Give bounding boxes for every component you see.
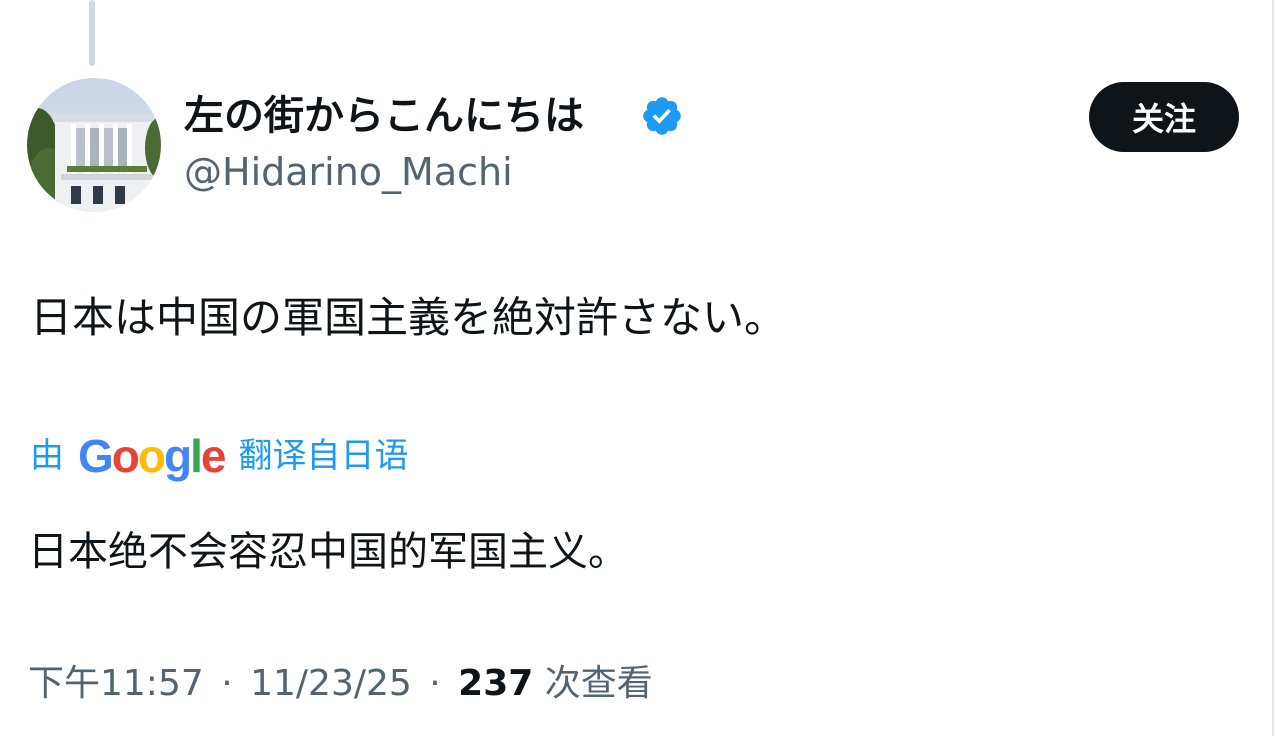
verified-badge-icon [643,97,681,135]
meta-separator: · [429,663,441,704]
follow-button[interactable]: 关注 [1089,82,1239,152]
tweet-time[interactable]: 下午11:57 [28,663,204,704]
translated-text: 日本绝不会容忍中国的军国主义。 [28,529,628,575]
avatar-image [27,78,161,212]
meta-separator: · [221,663,233,704]
translation-attribution[interactable]: 由 Google 翻译自日语 [30,428,408,484]
views-count: 237 [458,663,534,704]
translation-prefix: 由 [30,436,64,476]
tweet-text: 日本は中国の軍国主義を絶対許さない。 [30,293,787,342]
google-logo: Google [78,430,226,482]
views-label: 次查看 [544,663,653,704]
avatar[interactable] [27,78,161,212]
translation-source-label: 翻译自日语 [238,436,409,476]
thread-connector-line [89,0,95,66]
tweet-meta: 下午11:57 · 11/23/25 · 237 次查看 [28,656,653,712]
author-display-name[interactable]: 左の街からこんにちは [184,90,584,142]
tweet-date[interactable]: 11/23/25 [250,663,412,704]
author-handle[interactable]: @Hidarino_Machi [184,148,513,196]
